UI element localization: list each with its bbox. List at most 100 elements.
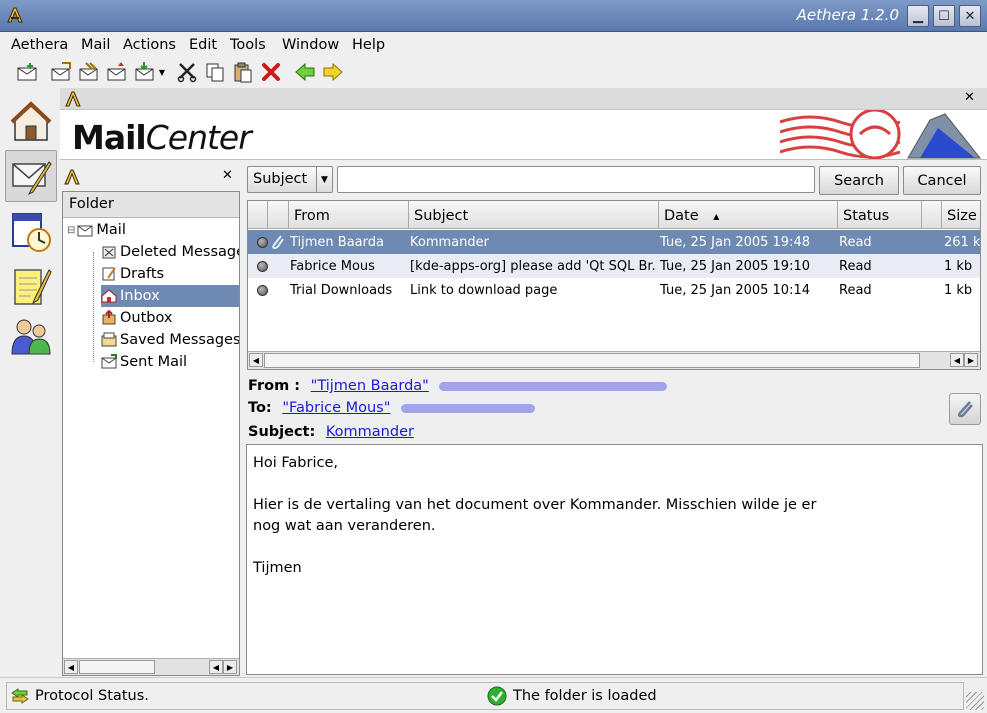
to-link[interactable]: "Fabrice Mous": [282, 400, 390, 416]
contacts-module-button[interactable]: [5, 310, 57, 362]
message-body-text: Hoi Fabrice, Hier is de vertaling van he…: [253, 455, 817, 576]
column-header-subject[interactable]: Subject: [409, 201, 659, 229]
redacted-email: [401, 403, 536, 413]
trash-folder-icon: [102, 246, 116, 259]
close-window-button[interactable]: ✕: [959, 5, 981, 27]
maximize-button[interactable]: ☐: [933, 5, 955, 27]
table-row[interactable]: Fabrice Mous [kde-apps-org] please add '…: [248, 254, 980, 278]
cell-from: Fabrice Mous: [290, 259, 375, 274]
attachments-button[interactable]: [949, 393, 981, 425]
column-header-attachment[interactable]: [268, 201, 289, 229]
preview-to-line: To: "Fabrice Mous": [248, 400, 536, 416]
calendar-icon: [12, 213, 51, 252]
column-header-size[interactable]: Size: [942, 201, 980, 229]
back-button[interactable]: [293, 60, 317, 84]
menu-tools[interactable]: Tools: [230, 37, 266, 53]
search-button[interactable]: Search: [819, 166, 899, 195]
tree-item-deleted-messages[interactable]: Deleted Messages: [101, 241, 240, 263]
column-header-status[interactable]: Status: [838, 201, 922, 229]
scroll-right-button[interactable]: ▶: [964, 353, 978, 367]
get-mail-button[interactable]: [133, 60, 157, 84]
arrow-right-icon: ▶: [967, 355, 975, 365]
cell-subject: Link to download page: [410, 283, 558, 298]
cancel-button[interactable]: Cancel: [903, 166, 981, 195]
menu-aethera[interactable]: Aethera: [11, 37, 68, 53]
message-list-horizontal-scrollbar[interactable]: ◀ ◀ ▶: [248, 351, 980, 369]
scrollbar-thumb[interactable]: [264, 353, 920, 368]
forward-button[interactable]: [321, 60, 345, 84]
cut-icon: [177, 63, 197, 83]
close-icon: ✕: [222, 168, 233, 183]
menu-edit[interactable]: Edit: [189, 37, 217, 53]
menu-actions[interactable]: Actions: [123, 37, 176, 53]
new-message-button[interactable]: [15, 60, 39, 84]
column-header-status-icon[interactable]: [248, 201, 268, 229]
home-module-button[interactable]: [5, 96, 57, 148]
tree-item-saved-messages[interactable]: Saved Messages: [101, 329, 239, 351]
column-header-date-label: Date: [664, 208, 699, 224]
search-input[interactable]: [337, 166, 815, 193]
subject-link[interactable]: Kommander: [326, 424, 414, 440]
delete-button[interactable]: [259, 60, 283, 84]
table-row[interactable]: Tijmen Baarda Kommander Tue, 25 Jan 2005…: [248, 230, 980, 254]
arrow-left-icon: ◀: [67, 662, 75, 672]
tree-item-label: Inbox: [120, 288, 160, 304]
reply-icon: [51, 62, 71, 81]
minimize-button[interactable]: ▁: [907, 5, 929, 27]
from-link[interactable]: "Tijmen Baarda": [311, 378, 429, 394]
folder-panel-header: ✕: [60, 163, 241, 188]
get-mail-dropdown[interactable]: ▼: [155, 60, 169, 84]
scrollbar-thumb[interactable]: [79, 660, 155, 674]
new-message-icon: [17, 63, 37, 81]
folder-horizontal-scrollbar[interactable]: ◀ ◀ ▶: [63, 658, 239, 675]
tree-item-outbox[interactable]: Outbox: [101, 307, 173, 329]
tree-item-drafts[interactable]: Drafts: [101, 263, 164, 285]
reply-all-button[interactable]: [77, 60, 101, 84]
mailcenter-banner: MailCenter: [60, 110, 987, 160]
table-row[interactable]: Trial Downloads Link to download page Tu…: [248, 278, 980, 302]
resize-grip-icon[interactable]: [966, 692, 984, 710]
scroll-left-button[interactable]: ◀: [64, 660, 78, 674]
forward-mail-button[interactable]: [105, 60, 129, 84]
status-bar: Protocol Status. The folder is loaded: [0, 677, 987, 713]
tree-item-label: Drafts: [120, 266, 165, 282]
tree-item-inbox[interactable]: Inbox: [101, 285, 239, 307]
copy-button[interactable]: [203, 60, 227, 84]
reply-all-icon: [79, 62, 98, 81]
column-header-date[interactable]: Date ▲: [659, 201, 838, 229]
collapse-icon[interactable]: ⊟: [67, 225, 75, 236]
folder-column-header[interactable]: Folder: [63, 192, 239, 218]
cell-from: Tijmen Baarda: [290, 235, 384, 250]
close-mailcenter-button[interactable]: ✕: [964, 90, 975, 105]
toolbar: ▼: [0, 57, 987, 88]
tree-item-label: Deleted Messages: [120, 244, 240, 260]
arrow-right-icon: ▶: [226, 662, 234, 672]
forward-mail-icon: [107, 62, 126, 81]
scroll-left-button[interactable]: ◀: [249, 353, 263, 367]
folder-tree: Folder ⊟ Mail Deleted Messages Drafts In…: [62, 191, 240, 676]
tree-item-mail[interactable]: ⊟ Mail: [67, 219, 126, 241]
paste-button[interactable]: [231, 60, 255, 84]
cut-button[interactable]: [175, 60, 199, 84]
menu-mail[interactable]: Mail: [81, 37, 110, 53]
notes-module-button[interactable]: [5, 260, 57, 312]
menu-window[interactable]: Window: [282, 37, 339, 53]
scroll-right-button[interactable]: ▶: [223, 660, 237, 674]
forward-arrow-icon: [323, 62, 343, 82]
search-field-select[interactable]: Subject ▼: [247, 166, 333, 193]
sent-folder-icon: [101, 354, 117, 369]
column-header-from[interactable]: From: [289, 201, 409, 229]
menu-help[interactable]: Help: [352, 37, 385, 53]
tree-item-sent-mail[interactable]: Sent Mail: [101, 351, 187, 373]
title-bar: Aethera 1.2.0 ▁ ☐ ✕: [0, 0, 987, 32]
scroll-left-button-2[interactable]: ◀: [950, 353, 964, 367]
close-folder-panel-button[interactable]: ✕: [222, 168, 233, 183]
read-status-icon: [257, 285, 268, 296]
aethera-app-icon[interactable]: [6, 6, 24, 24]
scroll-left-button-2[interactable]: ◀: [209, 660, 223, 674]
calendar-module-button[interactable]: [5, 206, 57, 258]
mail-module-button[interactable]: [5, 150, 57, 202]
message-body[interactable]: Hoi Fabrice, Hier is de vertaling van he…: [246, 444, 983, 675]
reply-button[interactable]: [49, 60, 73, 84]
read-status-icon: [257, 237, 268, 248]
